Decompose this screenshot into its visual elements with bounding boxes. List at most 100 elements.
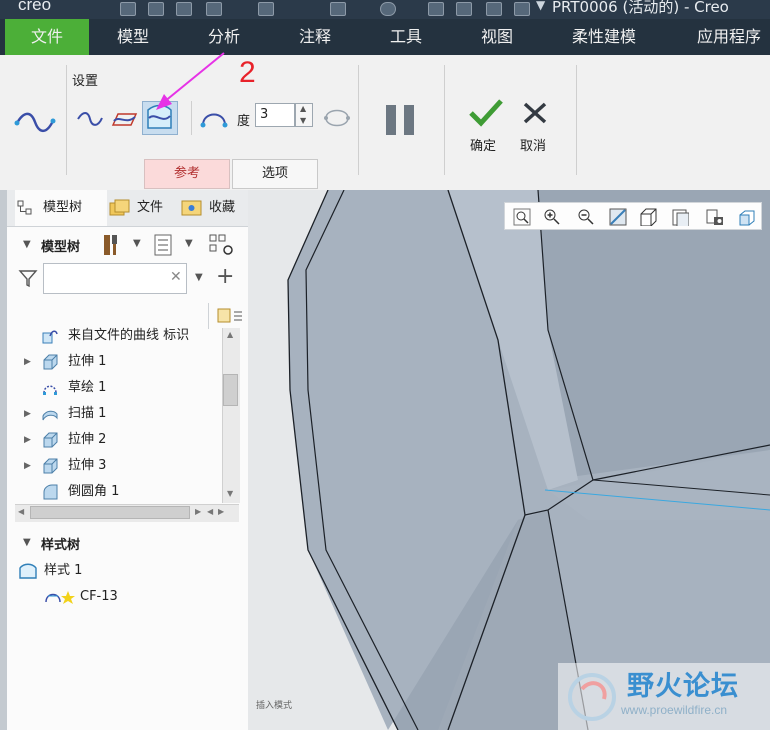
cancel-button[interactable]: 取消 [520, 135, 546, 154]
ribbon-divider [66, 65, 67, 175]
scroll-right-icon[interactable]: ▶ [218, 507, 224, 516]
chevron-down-icon[interactable]: ▼ [300, 116, 306, 125]
save-icon[interactable] [176, 2, 192, 16]
undo-icon[interactable] [206, 2, 222, 16]
menu-view[interactable]: 视图 [481, 19, 513, 55]
redo-icon[interactable] [258, 2, 274, 16]
curve-options-icon[interactable] [322, 105, 352, 131]
collapse-icon[interactable]: ▼ [23, 537, 31, 548]
menu-annotate[interactable]: 注释 [299, 19, 331, 55]
degree-label: 度 [237, 114, 251, 129]
scroll-right-icon[interactable]: ▶ [195, 507, 201, 516]
menu-model[interactable]: 模型 [117, 19, 149, 55]
settings-group-label: 设置 [72, 74, 99, 89]
tab-favorites[interactable]: 收藏 [181, 190, 245, 226]
menu-tools[interactable]: 工具 [390, 19, 422, 55]
tree-icon [17, 200, 32, 215]
round-icon [43, 484, 58, 500]
tab-files[interactable]: 文件 [109, 190, 173, 226]
graphics-viewport[interactable] [248, 190, 770, 730]
forum-logo-icon [568, 673, 616, 721]
tools-icon[interactable] [486, 2, 502, 16]
panel-tabs: 模型树 文件 收藏 [7, 190, 248, 227]
check-icon[interactable] [468, 97, 504, 127]
favorites-icon [181, 200, 202, 216]
curve-wave-icon[interactable] [14, 111, 56, 133]
display-style-icon[interactable] [639, 208, 657, 226]
style-item-label: 样式 1 [44, 563, 83, 578]
style-icon [19, 563, 37, 579]
close-window-icon[interactable] [428, 2, 444, 16]
zoom-in-icon[interactable] [543, 208, 561, 226]
expand-icon[interactable]: ▶ [24, 402, 31, 426]
filter-icon[interactable] [18, 268, 38, 288]
view-manager-icon[interactable] [705, 208, 723, 226]
repaint-icon[interactable] [609, 208, 627, 226]
menu-flexible-modeling[interactable]: 柔性建模 [572, 19, 636, 55]
tree-item-label: 来自文件的曲线 标识 [68, 328, 190, 343]
scroll-left-icon[interactable]: ◀ [207, 507, 213, 516]
scroll-thumb[interactable] [223, 374, 238, 406]
window-icon[interactable] [456, 2, 472, 16]
app-name: creo [18, 0, 52, 14]
chevron-up-icon[interactable]: ▲ [300, 104, 306, 113]
pause-button[interactable] [386, 105, 416, 135]
vertical-scrollbar[interactable]: ▲ ▼ [222, 328, 240, 503]
refit-icon[interactable] [513, 208, 531, 226]
ribbon-divider [444, 65, 445, 175]
tab-references[interactable]: 参考 [144, 159, 230, 189]
curve-icon[interactable] [76, 109, 104, 129]
show-menu-icon[interactable] [152, 233, 176, 257]
chevron-down-icon[interactable]: ▼ [133, 238, 141, 249]
scroll-left-icon[interactable]: ◀ [18, 507, 24, 516]
regenerate-icon[interactable] [330, 2, 346, 16]
close-icon[interactable] [522, 101, 548, 125]
scroll-up-icon[interactable]: ▲ [227, 330, 233, 339]
scroll-thumb[interactable] [30, 506, 190, 519]
ribbon: 设置 度 3 ▲ ▼ 确定 取消 参考 选项 [0, 55, 770, 191]
watermark-url: www.proewildfire.cn [621, 703, 728, 717]
curve-from-file-icon [42, 330, 58, 344]
expand-icon[interactable]: ▶ [24, 454, 31, 478]
customize-icon[interactable] [514, 2, 530, 16]
sweep-icon [42, 410, 58, 421]
title-bar: creo ▼ PRT0006 (活动的) - Creo [0, 0, 770, 19]
new-file-icon[interactable] [120, 2, 136, 16]
tree-item-label: 拉伸 2 [68, 432, 107, 447]
curve-on-surface-icon[interactable] [110, 109, 138, 129]
menu-applications[interactable]: 应用程序 [697, 19, 761, 55]
menu-file[interactable]: 文件 [5, 19, 89, 55]
tab-options[interactable]: 选项 [232, 159, 318, 189]
status-hint: 插入模式 [256, 701, 293, 711]
watermark-text: 野火论坛 [627, 671, 739, 702]
saved-views-icon[interactable] [671, 208, 689, 226]
chevron-down-icon[interactable]: ▼ [195, 272, 203, 283]
style-curve-label: CF-13 [80, 589, 118, 604]
search-input[interactable] [43, 263, 187, 294]
degree-input[interactable]: 3 [255, 103, 295, 127]
sphere-icon[interactable] [380, 2, 396, 16]
tree-columns-icon[interactable] [208, 232, 236, 258]
zoom-out-icon[interactable] [577, 208, 595, 226]
ribbon-divider [576, 65, 577, 175]
model-3d-view[interactable] [248, 190, 770, 730]
settings-tools-icon[interactable] [100, 232, 126, 258]
perspective-icon[interactable] [737, 208, 755, 226]
extrude-icon [43, 458, 58, 474]
degree-stepper[interactable]: ▲ ▼ [295, 103, 313, 127]
extrude-icon [43, 432, 58, 448]
annotation-number: 2 [239, 56, 256, 89]
tree-filter-icon[interactable] [216, 306, 246, 326]
chevron-down-icon[interactable]: ▼ [185, 238, 193, 249]
clear-icon[interactable]: ✕ [170, 269, 182, 285]
expand-icon[interactable]: ▶ [24, 428, 31, 452]
chevron-down-icon[interactable]: ▼ [536, 0, 545, 12]
expand-icon[interactable]: ▶ [24, 350, 31, 374]
confirm-button[interactable]: 确定 [470, 135, 496, 154]
open-file-icon[interactable] [148, 2, 164, 16]
add-icon[interactable]: + [216, 264, 234, 289]
tree-item-label: 草绘 1 [68, 380, 107, 395]
tab-model-tree[interactable]: 模型树 [15, 190, 107, 226]
collapse-icon[interactable]: ▼ [23, 239, 31, 250]
scroll-down-icon[interactable]: ▼ [227, 489, 233, 498]
